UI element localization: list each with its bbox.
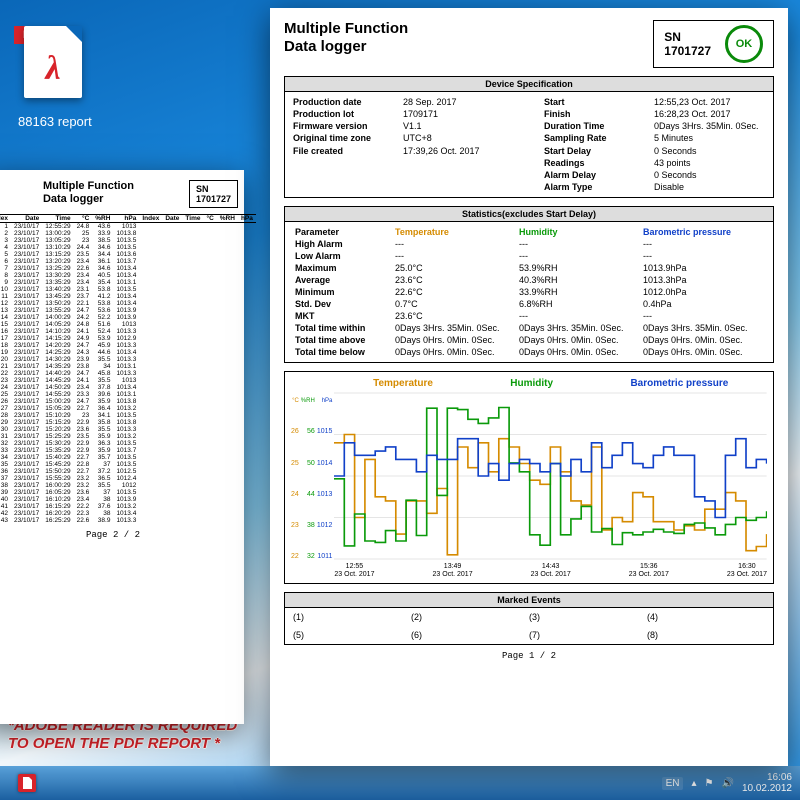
chart-section: °C2625242322 %RH5650443832 hPa1015101410… (284, 371, 774, 583)
taskbar-pdf-icon[interactable] (18, 774, 36, 792)
taskbar-clock[interactable]: 16:0610.02.2012 (742, 772, 792, 794)
data-table: IndexDateTime°C%RHhPaIndexDateTime°C%RHh… (0, 214, 256, 524)
page-number-1: Page 1 / 2 (284, 651, 774, 661)
device-spec-section: Device Specification Production date28 S… (284, 76, 774, 198)
sn-box: SN1701727 OK (653, 20, 774, 68)
taskbar[interactable]: EN ▴ ⚑ 🔊 16:0610.02.2012 (0, 766, 800, 800)
pdf-icon: PDF λ (18, 26, 88, 110)
report-page-1: Multiple FunctionData logger SN1701727 O… (270, 8, 788, 766)
taskbar-lang[interactable]: EN (662, 777, 684, 790)
pdf-caption: 88163 report (18, 114, 92, 129)
ok-badge: OK (725, 25, 763, 63)
page2-title: Multiple FunctionData logger (43, 180, 134, 206)
chart-xaxis: 12:55 23 Oct. 201713:49 23 Oct. 201714:4… (334, 563, 767, 578)
report-page-2: Multiple FunctionData logger SN1701727 I… (0, 170, 244, 724)
pdf-file-badge[interactable]: PDF λ 88163 report (18, 18, 92, 129)
tray-icon[interactable]: ▴ (691, 778, 696, 789)
tray-flag-icon[interactable]: ⚑ (705, 778, 714, 789)
page2-sn: SN1701727 (189, 180, 238, 208)
chart-plot (334, 391, 767, 561)
marked-events-section: Marked Events (1)(2)(3)(4) (5)(6)(7)(8) (284, 592, 774, 645)
report-title: Multiple FunctionData logger (284, 20, 408, 56)
tray-volume-icon[interactable]: 🔊 (721, 778, 733, 789)
pdf-page-icon: λ (24, 26, 82, 98)
statistics-section: Statistics(excludes Start Delay) Paramet… (284, 206, 774, 363)
chart-legend: Temperature Humidity Barometric pressure (334, 378, 767, 389)
page-number-2: Page 2 / 2 (0, 530, 238, 540)
